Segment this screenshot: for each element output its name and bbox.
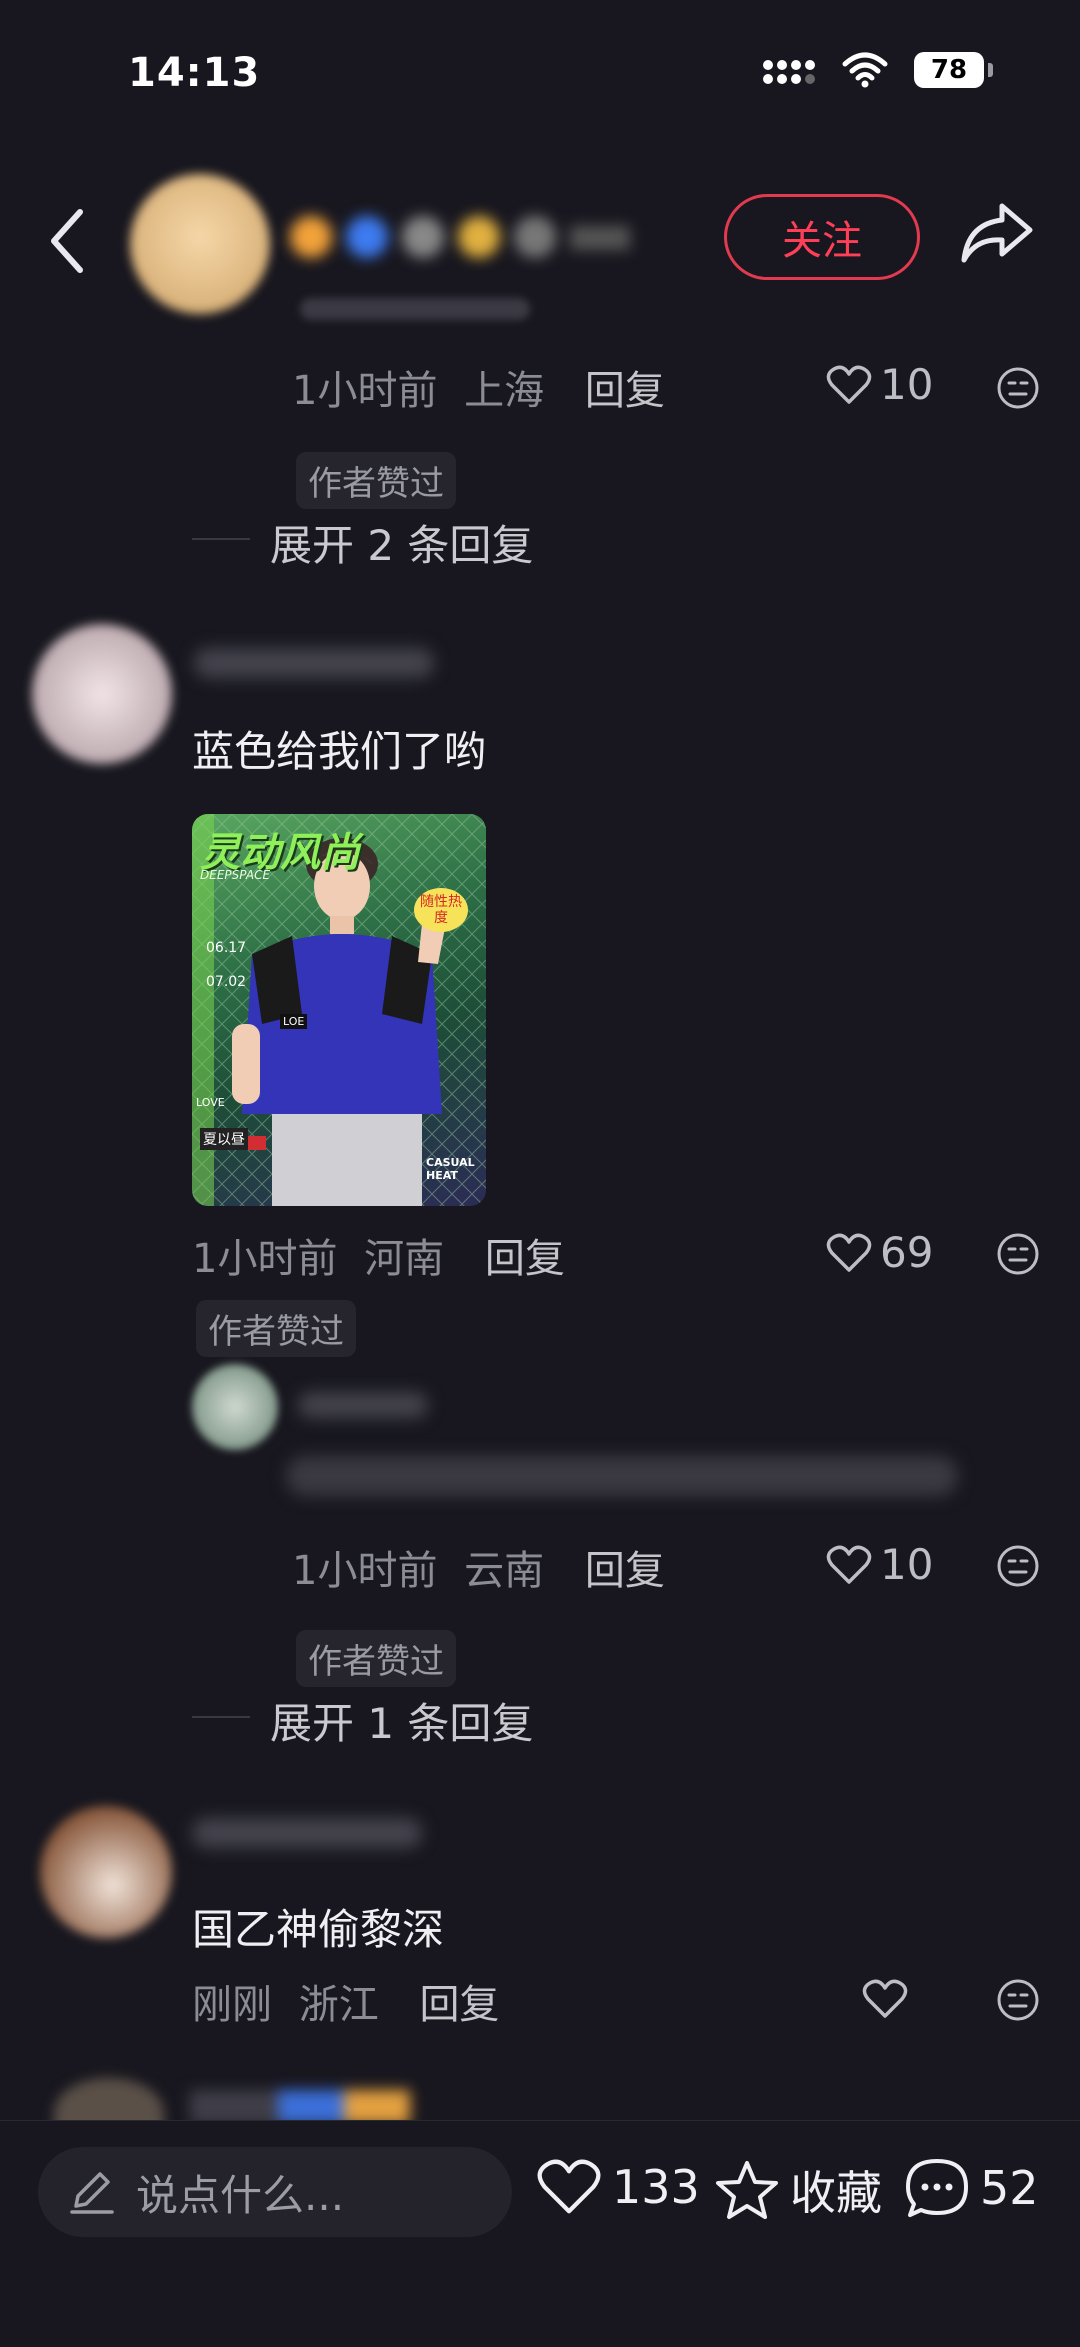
chat-bubble-icon [906,2159,968,2217]
commenter-avatar[interactable] [32,624,172,764]
battery-indicator: 78 [914,52,993,88]
comment-time: 1小时前 [192,1236,338,1282]
comment-time: 刚刚 [192,1982,272,2028]
poster-jersey-label: LOE [280,1014,308,1029]
truncated-reply-text [300,298,530,320]
emoji-reaction-icon[interactable] [996,1544,1040,1588]
post-like-count: 133 [612,2160,700,2214]
comment-location: 河南 [364,1236,445,1282]
expand-replies-button[interactable]: 展开 1 条回复 [270,1690,533,1751]
reply-button[interactable]: 回复 [485,1236,565,1282]
emoji-reaction-icon[interactable] [996,1232,1040,1276]
poster-footer: CASUAL HEAT [426,1156,475,1182]
reply-button[interactable]: 回复 [419,1982,499,2028]
emoji-reaction-icon[interactable] [996,366,1040,410]
expand-replies-button[interactable]: 展开 2 条回复 [270,512,533,573]
author-avatar[interactable] [130,174,270,314]
comment-text: 蓝色给我们了哟 [192,727,487,776]
like-count: 69 [880,1228,934,1277]
comment-time: 1小时前 [292,1548,438,1594]
comment-text: 国乙神偷黎深 [192,1905,445,1954]
comment-location: 浙江 [298,1982,379,2028]
pencil-icon [70,2172,114,2214]
author-name-blurred [290,216,630,258]
back-icon[interactable] [46,206,88,276]
poster-tag: 随性热度 [414,888,468,932]
poster-love-label: LOVE [196,1096,225,1109]
poster-brand: DEEPSPACE [200,868,271,882]
heart-icon [826,365,872,404]
reply-button[interactable]: 回复 [585,1548,665,1594]
heart-icon [826,1233,872,1272]
comment-time: 1小时前 [292,368,438,414]
status-time: 14:13 [128,50,261,96]
poster-date-end: 07.02 [206,974,247,990]
header-bar: 关注 [0,170,1080,314]
commenter-name-blurred [192,1818,422,1848]
comment-meta: 刚刚 浙江 回复 [192,1972,499,2030]
status-icons: 78 [762,52,993,88]
reply-text-blurred [286,1456,958,1496]
cellular-signal-icon [763,60,815,84]
poster-character-name: 夏以昼 [200,1128,248,1150]
comment-meta: 1小时前 河南 回复 [192,1226,565,1284]
comment-input-placeholder: 说点什么... [136,2170,345,2220]
expand-divider [192,538,250,540]
commenter-name-blurred [194,648,434,678]
heart-icon[interactable] [862,1978,908,2020]
collect-button[interactable]: 收藏 [714,2157,882,2223]
expand-divider [192,1716,250,1718]
comment-meta: 1小时前 上海 回复 [292,358,665,416]
comment-meta: 1小时前 云南 回复 [292,1538,665,1596]
like-post-button[interactable]: 133 [536,2157,700,2217]
star-icon [716,2161,778,2219]
heart-icon [826,1545,872,1584]
comments-button[interactable]: 52 [904,2157,1039,2219]
like-count: 10 [880,1540,934,1589]
heart-icon [537,2159,601,2214]
commenter-name-blurred [190,2090,410,2124]
comment-location: 上海 [464,368,545,414]
author-liked-badge: 作者赞过 [196,1300,356,1357]
share-icon[interactable] [958,200,1036,266]
comment-input[interactable]: 说点什么... [38,2147,512,2237]
comment-location: 云南 [464,1548,545,1594]
poster-date-start: 06.17 [206,940,247,956]
author-liked-badge: 作者赞过 [296,452,456,509]
follow-button[interactable]: 关注 [724,194,920,280]
commenter-avatar[interactable] [40,1806,172,1938]
like-button[interactable]: 10 [826,1540,933,1589]
reply-avatar[interactable] [192,1364,278,1450]
like-button[interactable]: 69 [826,1228,933,1277]
emoji-reaction-icon[interactable] [996,1978,1040,2022]
author-liked-badge: 作者赞过 [296,1630,456,1687]
reply-name-blurred [298,1392,428,1418]
like-button[interactable]: 10 [826,360,933,409]
comment-count: 52 [980,2161,1039,2215]
bottom-action-bar: 说点什么... 133 收藏 52 [0,2120,1080,2347]
wifi-icon [842,52,888,88]
collect-label: 收藏 [790,2166,882,2220]
like-count: 10 [880,360,934,409]
reply-button[interactable]: 回复 [585,368,665,414]
comment-image[interactable]: 灵动风尚 DEEPSPACE 06.17 07.02 随性热度 LOE LOVE… [192,814,486,1206]
